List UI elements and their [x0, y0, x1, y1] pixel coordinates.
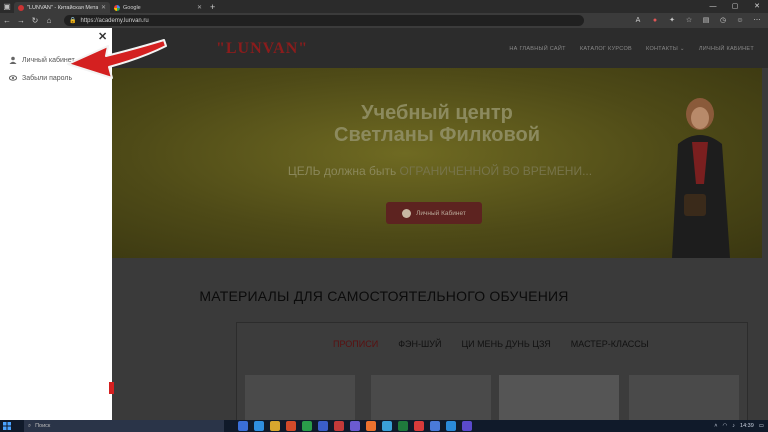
hero-subtitle-part: ЦЕЛЬ должна быть [287, 164, 400, 178]
tab-lunvan[interactable]: "LUNVAN" - Китайская Метафизи... ✕ [14, 2, 110, 13]
tab-qi-men[interactable]: ЦИ МЕНЬ ДУНЬ ЦЗЯ [461, 339, 550, 349]
favorites-icon[interactable]: ☆ [684, 15, 694, 25]
more-icon[interactable]: ⋯ [752, 15, 762, 25]
edge-icon[interactable] [254, 421, 264, 431]
browser-extension-icons: A ● ✦ ☆ ▤ ◷ ☺ ⋯ [633, 15, 762, 25]
red-marker [109, 382, 114, 394]
new-tab-button[interactable]: + [210, 2, 215, 12]
network-icon[interactable]: ◠ [722, 423, 727, 429]
forward-arrow-icon[interactable]: → [14, 16, 28, 25]
site-logo[interactable]: "LUNVAN" [216, 40, 308, 58]
browser-tab-strip: ▣ "LUNVAN" - Китайская Метафизи... ✕ Goo… [0, 0, 768, 13]
red-arrow-annotation [67, 39, 167, 79]
nav-course-catalog[interactable]: КАТАЛОГ КУРСОВ [580, 46, 632, 52]
explorer-icon[interactable] [270, 421, 280, 431]
nav-main-site[interactable]: НА ГЛАВНЫЙ САЙТ [509, 46, 565, 52]
close-window-button[interactable]: ✕ [746, 0, 768, 13]
excel-icon[interactable] [398, 421, 408, 431]
top-navigation: НА ГЛАВНЫЙ САЙТ КАТАЛОГ КУРСОВ КОНТАКТЫ … [509, 46, 754, 52]
lock-icon[interactable]: 🔒 [69, 17, 76, 24]
calligraphy-thumbnail[interactable] [371, 375, 491, 420]
extension-icon[interactable]: ● [650, 15, 660, 25]
telegram-icon[interactable] [382, 421, 392, 431]
tab-actions-icon[interactable]: ▣ [0, 0, 14, 13]
close-tab-icon[interactable]: ✕ [197, 4, 202, 11]
tab-google[interactable]: Google ✕ [110, 2, 206, 13]
acrobat-icon[interactable] [334, 421, 344, 431]
yin-yang-icon [402, 208, 412, 218]
calligraphy-thumbnail[interactable] [499, 375, 619, 420]
tab-master-classes[interactable]: МАСТЕР-КЛАССЫ [571, 339, 649, 349]
word-icon[interactable] [318, 421, 328, 431]
app-icon[interactable] [462, 421, 472, 431]
maximize-button[interactable]: ▢ [724, 0, 746, 13]
hero-title-line: Учебный центр [361, 102, 513, 124]
task-view-icon[interactable] [238, 421, 248, 431]
web-page: "LUNVAN" НА ГЛАВНЫЙ САЙТ КАТАЛОГ КУРСОВ … [0, 28, 768, 420]
app-icon[interactable] [446, 421, 456, 431]
close-tab-icon[interactable]: ✕ [101, 4, 106, 11]
clock[interactable]: 14:39 [740, 423, 754, 429]
section-title: МАТЕРИАЛЫ ДЛЯ САМОСТОЯТЕЛЬНОГО ОБУЧЕНИЯ [199, 288, 569, 304]
hero-banner: Учебный центр Светланы Филковой ЦЕЛЬ дол… [112, 68, 762, 258]
user-icon [9, 56, 17, 64]
tab-title: Google [123, 4, 141, 11]
app-icon[interactable] [350, 421, 360, 431]
app-icon[interactable] [366, 421, 376, 431]
refresh-icon[interactable]: ↻ [28, 16, 42, 25]
window-controls: — ▢ ✕ [702, 0, 768, 13]
hero-subtitle: ЦЕЛЬ должна быть ОГРАНИЧЕННОЙ ВО ВРЕМЕНИ… [270, 164, 610, 178]
hero-title-line: Светланы Филковой [334, 124, 540, 146]
hero-title: Учебный центр Светланы Филковой [292, 102, 582, 146]
login-side-panel: ✕ Личный кабинет Забыли пароль [0, 28, 114, 420]
app-icon[interactable] [430, 421, 440, 431]
profile-icon[interactable]: ☺ [735, 15, 745, 25]
minimize-button[interactable]: — [702, 0, 724, 13]
calligraphy-thumbnail[interactable] [629, 375, 739, 420]
nav-contacts[interactable]: КОНТАКТЫ ⌄ [646, 46, 685, 52]
address-bar[interactable]: 🔒 https://academy.lunvan.ru [64, 15, 584, 26]
materials-panel: ПРОПИСИ ФЭН-ШУЙ ЦИ МЕНЬ ДУНЬ ЦЗЯ МАСТЕР-… [236, 322, 748, 420]
office-icon[interactable] [286, 421, 296, 431]
google-favicon [114, 4, 120, 11]
windows-start-icon[interactable] [0, 420, 14, 432]
collections-icon[interactable]: ▤ [701, 15, 711, 25]
hero-subtitle-highlight: ОГРАНИЧЕННОЙ ВО ВРЕМЕНИ... [399, 164, 593, 178]
app-icon[interactable] [414, 421, 424, 431]
account-button-label: Личный Кабинет [416, 209, 466, 217]
search-placeholder: Поиск [35, 423, 51, 429]
search-icon: ⌕ [28, 422, 32, 429]
teacher-photo [672, 98, 730, 258]
taskbar-search[interactable]: ⌕ Поиск [24, 420, 224, 432]
puzzle-icon[interactable]: ✦ [667, 15, 677, 25]
calligraphy-thumbnail[interactable] [245, 375, 355, 420]
system-tray: ˄ ◠ ♪ 14:39 ▭ [714, 420, 764, 432]
windows-taskbar: ⌕ Поиск ˄ ◠ ♪ 14:39 ▭ [0, 420, 768, 432]
account-button[interactable]: Личный Кабинет [386, 202, 482, 224]
chevron-up-icon[interactable]: ˄ [714, 423, 717, 429]
browser-toolbar: ← → ↻ ⌂ 🔒 https://academy.lunvan.ru A ● … [0, 13, 768, 28]
whatsapp-icon[interactable] [302, 421, 312, 431]
taskbar-apps [238, 421, 472, 431]
category-tabs: ПРОПИСИ ФЭН-ШУЙ ЦИ МЕНЬ ДУНЬ ЦЗЯ МАСТЕР-… [333, 339, 649, 349]
tab-feng-shui[interactable]: ФЭН-ШУЙ [398, 339, 441, 349]
eye-icon [9, 74, 17, 82]
url-text[interactable]: https://academy.lunvan.ru [80, 18, 148, 24]
nav-account[interactable]: ЛИЧНЫЙ КАБИНЕТ [699, 46, 754, 52]
lunvan-favicon [18, 4, 24, 11]
translate-icon[interactable]: A [633, 15, 643, 25]
tab-title: "LUNVAN" - Китайская Метафизи... [27, 4, 98, 11]
back-arrow-icon[interactable]: ← [0, 16, 14, 25]
notifications-icon[interactable]: ▭ [759, 423, 764, 429]
volume-icon[interactable]: ♪ [732, 423, 735, 429]
tab-propisi[interactable]: ПРОПИСИ [333, 339, 378, 349]
home-icon[interactable]: ⌂ [42, 16, 56, 25]
history-icon[interactable]: ◷ [718, 15, 728, 25]
